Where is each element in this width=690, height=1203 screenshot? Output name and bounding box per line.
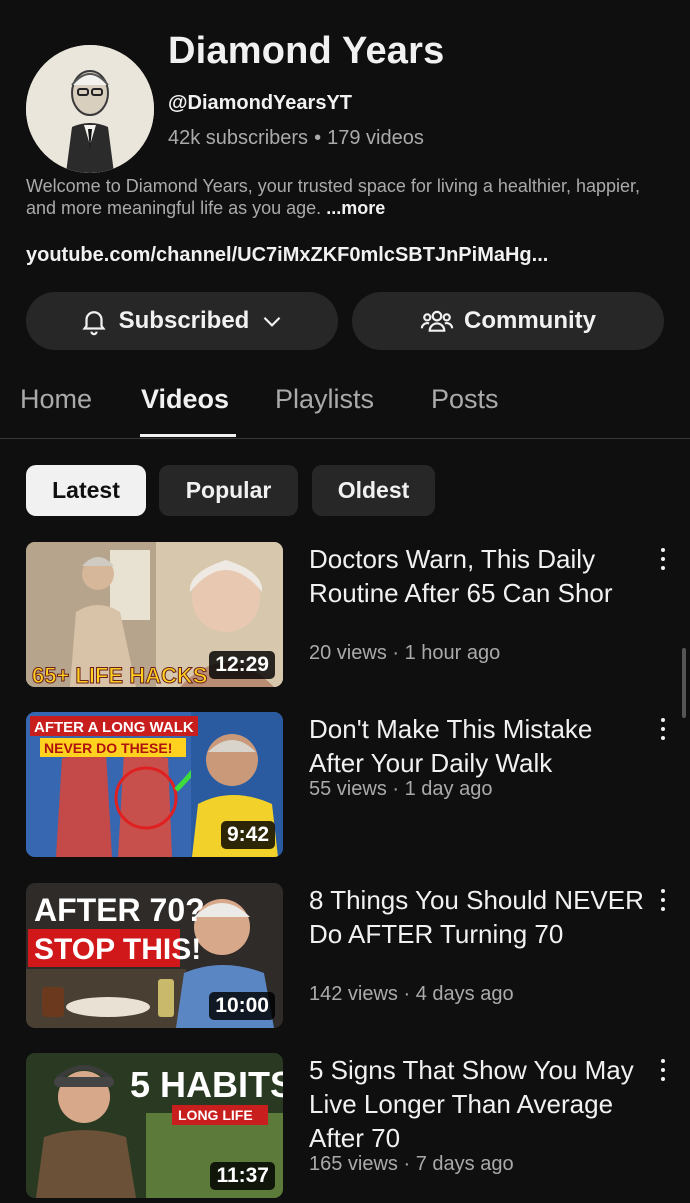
video-duration: 9:42: [220, 821, 275, 849]
subscriber-count: 42k subscribers: [168, 127, 309, 149]
video-thumbnail[interactable]: 65+ LIFE HACKS 12:29: [26, 542, 283, 687]
video-title[interactable]: 8 Things You Should NEVER Do AFTER Turni…: [309, 883, 645, 951]
video-thumbnail[interactable]: AFTER A LONG WALK NEVER DO THESE! 9:42: [26, 712, 283, 857]
video-meta: 20 views · 1 hour ago: [309, 642, 501, 664]
channel-tabs: Home Videos Playlists Posts: [0, 380, 690, 439]
video-thumbnail[interactable]: AFTER 70? STOP THIS! 10:00: [26, 883, 283, 1028]
channel-avatar[interactable]: [26, 45, 154, 173]
chevron-down-icon: [263, 316, 281, 327]
video-item[interactable]: AFTER A LONG WALK NEVER DO THESE! 9:42 D…: [0, 712, 690, 862]
video-title[interactable]: Don't Make This Mistake After Your Daily…: [309, 712, 645, 780]
channel-link[interactable]: youtube.com/channel/UC7iMxZKF0mlcSBTJnPi…: [26, 244, 548, 267]
thumbnail-caption-bottom: LONG LIFE: [178, 1107, 253, 1123]
video-title[interactable]: Doctors Warn, This Daily Routine After 6…: [309, 542, 645, 610]
video-meta: 55 views · 1 day ago: [309, 778, 493, 800]
tab-posts[interactable]: Posts: [431, 384, 499, 415]
thumbnail-caption: 65+ LIFE HACKS: [32, 663, 207, 687]
more-options-icon[interactable]: [655, 889, 671, 919]
thumbnail-caption-top: AFTER 70?: [34, 892, 205, 928]
video-duration: 12:29: [209, 651, 275, 679]
channel-handle: @DiamondYearsYT: [168, 92, 353, 114]
video-title[interactable]: 5 Signs That Show You May Live Longer Th…: [309, 1053, 645, 1155]
thumbnail-caption-top: 5 HABITS: [130, 1064, 283, 1105]
community-icon: [420, 310, 454, 332]
stats-separator: •: [314, 127, 322, 149]
thumbnail-caption-bottom: NEVER DO THESE!: [44, 740, 172, 756]
more-options-icon[interactable]: [655, 718, 671, 748]
tab-home[interactable]: Home: [20, 384, 92, 415]
community-label: Community: [464, 307, 596, 334]
video-item[interactable]: AFTER 70? STOP THIS! 10:00 8 Things You …: [0, 883, 690, 1033]
channel-description[interactable]: Welcome to Diamond Years, your trusted s…: [26, 175, 666, 219]
chip-oldest[interactable]: Oldest: [312, 465, 435, 516]
tab-playlists[interactable]: Playlists: [275, 384, 374, 415]
active-tab-indicator: [140, 434, 236, 437]
channel-title: Diamond Years: [168, 30, 445, 72]
subscribed-label: Subscribed: [118, 307, 250, 334]
video-thumbnail[interactable]: 5 HABITS LONG LIFE 11:37: [26, 1053, 283, 1198]
tab-videos[interactable]: Videos: [141, 384, 229, 415]
video-duration: 10:00: [209, 992, 275, 1020]
video-item[interactable]: 5 HABITS LONG LIFE 11:37 5 Signs That Sh…: [0, 1053, 690, 1203]
thumbnail-caption-bottom: STOP THIS!: [34, 933, 201, 966]
video-duration: 11:37: [210, 1162, 275, 1190]
more-link[interactable]: ...more: [326, 198, 385, 218]
more-options-icon[interactable]: [655, 1059, 671, 1089]
thumbnail-caption-top: AFTER A LONG WALK: [34, 719, 194, 736]
more-options-icon[interactable]: [655, 548, 671, 578]
chip-latest[interactable]: Latest: [26, 465, 146, 516]
scrollbar[interactable]: [682, 648, 686, 718]
video-meta: 142 views · 4 days ago: [309, 983, 514, 1005]
video-count: 179 videos: [327, 127, 424, 149]
video-meta: 165 views · 7 days ago: [309, 1153, 514, 1175]
chip-popular[interactable]: Popular: [159, 465, 298, 516]
video-item[interactable]: 65+ LIFE HACKS 12:29 Doctors Warn, This …: [0, 542, 690, 692]
bell-icon: [82, 311, 106, 336]
community-button[interactable]: Community: [352, 292, 664, 350]
subscribed-button[interactable]: Subscribed: [26, 292, 338, 350]
channel-stats: 42k subscribers • 179 videos: [168, 127, 424, 150]
